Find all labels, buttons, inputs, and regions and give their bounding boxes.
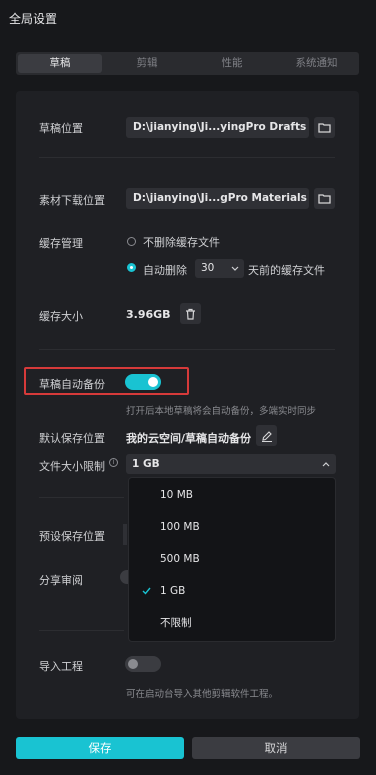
size-option-10mb[interactable]: 10 MB [129, 485, 335, 505]
cache-size-label: 缓存大小 [39, 310, 83, 323]
window-title: 全局设置 [9, 12, 58, 26]
clear-cache-button[interactable] [180, 303, 201, 324]
share-review-label: 分享审阅 [39, 574, 83, 587]
cache-auto-radio[interactable] [127, 263, 136, 272]
check-icon [142, 587, 151, 595]
download-location-browse-button[interactable] [314, 188, 335, 209]
divider [39, 157, 335, 158]
cache-size-value: 3.96GB [126, 308, 171, 321]
save-location-label: 默认保存位置 [39, 432, 105, 445]
tab-edit[interactable]: 剪辑 [104, 52, 190, 75]
auto-backup-toggle[interactable] [125, 374, 161, 390]
cancel-button[interactable]: 取消 [192, 737, 360, 759]
trash-icon [186, 308, 195, 320]
size-limit-dropdown: 10 MB 100 MB 500 MB 1 GB 不限制 [128, 477, 336, 642]
divider [39, 349, 335, 350]
tab-notifications[interactable]: 系统通知 [274, 52, 359, 75]
download-location-field[interactable]: D:\jianying\Ji...gPro Materials [126, 188, 309, 209]
cache-management-label: 缓存管理 [39, 237, 83, 250]
save-location-value: 我的云空间/草稿自动备份 [126, 432, 252, 445]
divider [39, 630, 124, 631]
draft-location-label: 草稿位置 [39, 122, 83, 135]
size-limit-label: 文件大小限制 [39, 460, 105, 473]
size-option-100mb[interactable]: 100 MB [129, 517, 335, 537]
pencil-icon [261, 430, 272, 442]
cache-keep-label: 不删除缓存文件 [143, 236, 220, 249]
import-project-hint: 可在启动台导入其他剪辑软件工程。 [126, 689, 279, 700]
auto-backup-hint: 打开后本地草稿将会自动备份，多端实时同步 [126, 406, 317, 417]
folder-icon [318, 194, 331, 204]
size-limit-value: 1 GB [132, 458, 160, 470]
chevron-down-icon [231, 266, 239, 271]
preset-location-label: 预设保存位置 [39, 530, 105, 543]
edit-save-location-button[interactable] [256, 425, 277, 446]
preset-location-field[interactable] [123, 524, 127, 545]
cache-days-value: 30 [201, 262, 215, 274]
tab-performance[interactable]: 性能 [190, 52, 274, 75]
import-project-label: 导入工程 [39, 660, 83, 673]
size-option-1gb-label: 1 GB [160, 585, 186, 597]
folder-icon [318, 123, 331, 133]
size-limit-select[interactable]: 1 GB [126, 454, 336, 474]
cache-days-suffix: 天前的缓存文件 [248, 264, 325, 277]
draft-location-browse-button[interactable] [314, 117, 335, 138]
size-option-1gb[interactable]: 1 GB [129, 581, 335, 601]
divider [39, 497, 124, 498]
info-icon[interactable]: i [109, 458, 118, 467]
tab-drafts[interactable]: 草稿 [18, 54, 102, 73]
toggle-knob [148, 377, 158, 387]
cache-auto-label: 自动删除 [143, 264, 187, 277]
auto-backup-label: 草稿自动备份 [39, 378, 105, 391]
draft-location-field[interactable]: D:\jianying\Ji...yingPro Drafts [126, 117, 309, 138]
size-option-unlimited[interactable]: 不限制 [129, 613, 335, 633]
toggle-knob [128, 659, 138, 669]
size-option-500mb[interactable]: 500 MB [129, 549, 335, 569]
tab-bar: 草稿 剪辑 性能 系统通知 [16, 52, 359, 75]
cache-keep-radio[interactable] [127, 237, 136, 246]
save-button[interactable]: 保存 [16, 737, 184, 759]
chevron-up-icon [322, 462, 330, 467]
import-project-toggle[interactable] [125, 656, 161, 672]
share-review-toggle[interactable] [120, 570, 128, 584]
cache-days-select[interactable]: 30 [195, 259, 244, 278]
download-location-label: 素材下载位置 [39, 194, 105, 207]
